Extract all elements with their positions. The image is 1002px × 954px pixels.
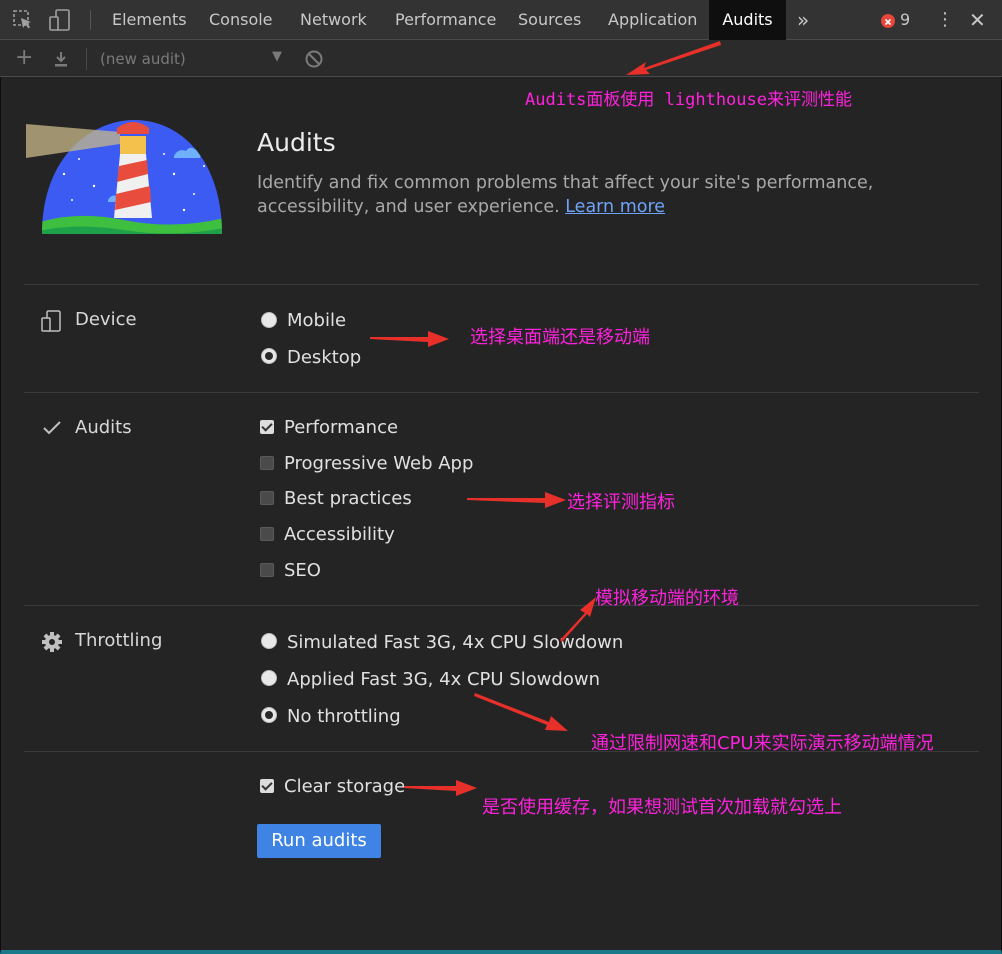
audits-toolbar: + (new audit) ▼ bbox=[0, 40, 1002, 77]
device-mobile-label[interactable]: Mobile bbox=[287, 310, 346, 331]
page-title: Audits bbox=[257, 128, 336, 157]
audit-seo-checkbox[interactable] bbox=[260, 563, 274, 577]
error-count[interactable]: 9 bbox=[900, 0, 910, 40]
throttle-none-label[interactable]: No throttling bbox=[287, 706, 401, 727]
device-section-label: Device bbox=[75, 309, 137, 330]
learn-more-link[interactable]: Learn more bbox=[565, 197, 665, 217]
audit-pwa-label[interactable]: Progressive Web App bbox=[284, 453, 473, 474]
download-icon[interactable] bbox=[52, 50, 70, 68]
checkmark-icon bbox=[43, 421, 61, 435]
section-divider bbox=[24, 605, 979, 606]
audit-best-practices-checkbox[interactable] bbox=[260, 491, 274, 505]
audit-performance-label[interactable]: Performance bbox=[284, 417, 398, 438]
audit-report-select[interactable]: (new audit) bbox=[100, 50, 186, 68]
audits-section-label: Audits bbox=[75, 417, 132, 438]
audit-accessibility-checkbox[interactable] bbox=[260, 527, 274, 541]
annotation-device: 选择桌面端还是移动端 bbox=[470, 327, 650, 348]
inspect-element-icon[interactable] bbox=[12, 9, 34, 31]
tab-audits[interactable]: Audits bbox=[709, 0, 786, 40]
tab-sources[interactable]: Sources bbox=[518, 0, 581, 40]
audit-best-practices-label[interactable]: Best practices bbox=[284, 488, 412, 509]
throttle-applied-label[interactable]: Applied Fast 3G, 4x CPU Slowdown bbox=[287, 669, 600, 690]
annotation-cache: 是否使用缓存，如果想测试首次加载就勾选上 bbox=[482, 797, 842, 818]
more-options-icon[interactable]: ⋮ bbox=[936, 0, 954, 40]
section-divider bbox=[24, 284, 979, 285]
clear-audits-icon[interactable] bbox=[304, 49, 324, 69]
toolbar-divider bbox=[86, 48, 87, 70]
annotation-audits-panel: Audits面板使用 lighthouse来评测性能 bbox=[525, 90, 852, 110]
audit-pwa-checkbox[interactable] bbox=[260, 456, 274, 470]
throttle-none-radio[interactable] bbox=[261, 707, 277, 723]
audit-accessibility-label[interactable]: Accessibility bbox=[284, 524, 395, 545]
tab-elements[interactable]: Elements bbox=[112, 0, 187, 40]
devtools-tabbar: Elements Console Network Performance Sou… bbox=[0, 0, 1002, 40]
tab-application[interactable]: Application bbox=[608, 0, 697, 40]
audit-performance-checkbox[interactable] bbox=[260, 420, 274, 434]
section-divider bbox=[24, 392, 979, 393]
gear-icon bbox=[42, 632, 62, 652]
device-mobile-radio[interactable] bbox=[261, 312, 277, 328]
tab-performance[interactable]: Performance bbox=[395, 0, 496, 40]
tabbar-divider bbox=[90, 10, 91, 30]
clear-storage-checkbox[interactable] bbox=[260, 779, 274, 793]
page-description: Identify and fix common problems that af… bbox=[257, 171, 977, 219]
lighthouse-logo-icon bbox=[26, 120, 222, 234]
run-audits-button[interactable]: Run audits bbox=[257, 824, 381, 858]
throttle-simulated-label[interactable]: Simulated Fast 3G, 4x CPU Slowdown bbox=[287, 632, 623, 653]
more-tabs-icon[interactable]: » bbox=[797, 0, 809, 40]
tab-console[interactable]: Console bbox=[209, 0, 273, 40]
add-audit-icon[interactable]: + bbox=[15, 45, 33, 70]
annotation-metrics: 选择评测指标 bbox=[567, 492, 675, 513]
clear-storage-label[interactable]: Clear storage bbox=[284, 776, 405, 797]
close-icon[interactable]: ✕ bbox=[969, 0, 986, 40]
device-icon bbox=[41, 310, 61, 332]
error-icon[interactable] bbox=[881, 14, 895, 28]
device-desktop-radio[interactable] bbox=[261, 348, 277, 364]
annotation-simulate: 模拟移动端的环境 bbox=[595, 588, 739, 609]
tab-network[interactable]: Network bbox=[300, 0, 367, 40]
annotation-throttle: 通过限制网速和CPU来实际演示移动端情况 bbox=[591, 733, 934, 754]
chevron-down-icon[interactable]: ▼ bbox=[272, 49, 282, 64]
throttle-applied-radio[interactable] bbox=[261, 670, 277, 686]
device-desktop-label[interactable]: Desktop bbox=[287, 347, 361, 368]
throttle-simulated-radio[interactable] bbox=[261, 633, 277, 649]
throttling-section-label: Throttling bbox=[75, 630, 163, 651]
device-toolbar-icon[interactable] bbox=[49, 9, 71, 31]
audit-seo-label[interactable]: SEO bbox=[284, 560, 321, 581]
